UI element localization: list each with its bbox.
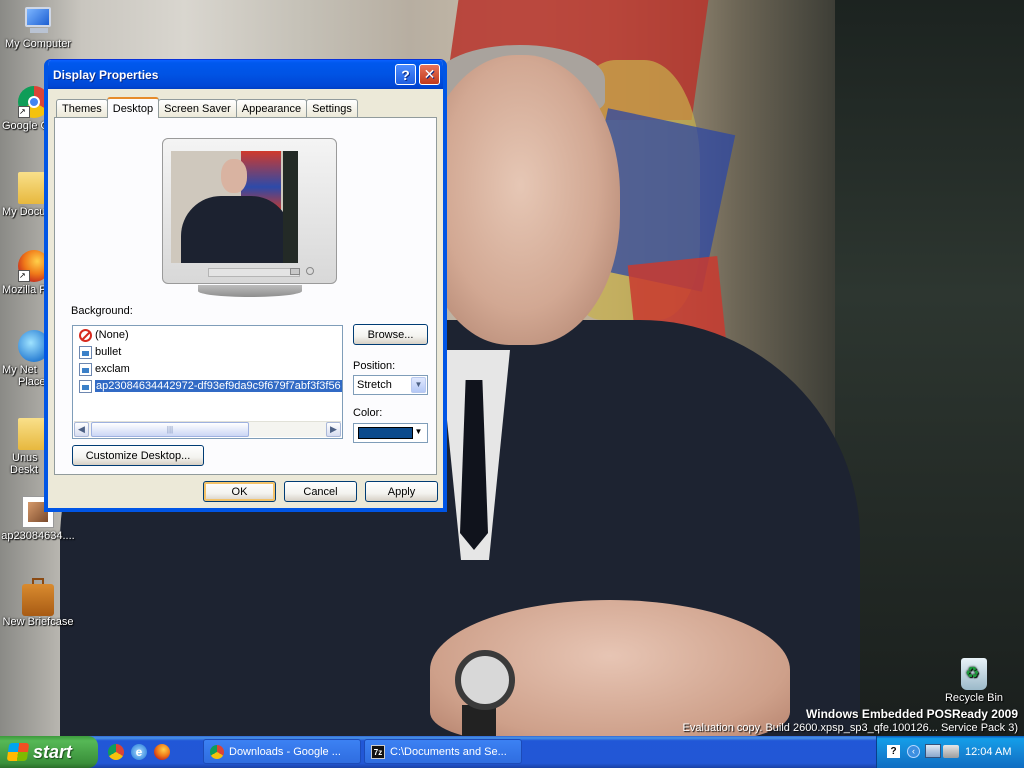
desktop-icon-label: ap23084634.... — [1, 530, 75, 542]
list-item-label: (None) — [95, 329, 129, 341]
background-label: Background: — [71, 305, 133, 317]
desktop-icon-label: My Computer — [4, 38, 72, 50]
list-item[interactable]: (None) — [79, 327, 129, 343]
ok-button[interactable]: OK — [203, 481, 276, 502]
wallpaper-face — [420, 55, 620, 345]
tab-strip: Themes Desktop Screen Saver Appearance S… — [56, 97, 358, 118]
tab-themes[interactable]: Themes — [56, 99, 108, 117]
network-icon[interactable] — [925, 744, 941, 758]
position-dropdown[interactable]: Stretch ▼ — [353, 375, 428, 395]
apply-button[interactable]: Apply — [365, 481, 438, 502]
desktop-tab-panel: Background: (None) bullet exclam ap23084… — [54, 117, 437, 475]
tab-appearance[interactable]: Appearance — [235, 99, 308, 117]
color-swatch — [358, 427, 413, 439]
color-label: Color: — [353, 407, 383, 419]
window-titlebar[interactable]: Display Properties ? ✕ — [48, 60, 443, 89]
desktop-icon-label: Recycle Bin — [944, 692, 1004, 704]
list-item-label: exclam — [95, 363, 130, 375]
chevron-down-icon[interactable]: ▼ — [411, 377, 426, 393]
firefox-icon[interactable] — [154, 744, 170, 760]
close-icon: ✕ — [423, 66, 436, 82]
cancel-button[interactable]: Cancel — [284, 481, 357, 502]
help-icon[interactable]: ? — [887, 745, 900, 758]
wallpaper-preview — [171, 151, 298, 263]
list-item-selected[interactable]: ap23084634442972-df93ef9da9c9f679f7abf3f… — [79, 378, 342, 394]
clock[interactable]: 12:04 AM — [965, 736, 1011, 768]
position-label: Position: — [353, 360, 396, 372]
recycle-bin-icon — [961, 658, 987, 690]
scroll-right-button[interactable]: ▶ — [326, 422, 341, 437]
tab-desktop[interactable]: Desktop — [106, 97, 160, 118]
scroll-left-button[interactable]: ◀ — [74, 422, 89, 437]
customize-desktop-button[interactable]: Customize Desktop... — [72, 445, 204, 466]
scroll-thumb[interactable]: ||| — [91, 422, 249, 437]
monitor-power-led — [306, 267, 314, 275]
window-title: Display Properties — [53, 67, 159, 82]
list-item-label: ap23084634442972-df93ef9da9c9f679f7abf3f… — [94, 379, 342, 393]
ie-icon[interactable]: e — [131, 744, 147, 760]
browse-button[interactable]: Browse... — [353, 324, 428, 345]
close-button[interactable]: ✕ — [419, 64, 440, 85]
chrome-icon[interactable] — [108, 744, 124, 760]
position-value: Stretch — [357, 379, 392, 391]
html-file-icon — [79, 362, 92, 376]
monitor-bezel-bar — [208, 268, 300, 277]
monitor-button — [290, 268, 300, 275]
list-item-label: bullet — [95, 346, 122, 358]
chrome-icon — [210, 744, 224, 759]
taskbar: start e Downloads - Google ... 7z C:\Doc… — [0, 736, 1024, 768]
background-listbox[interactable]: (None) bullet exclam ap23084634442972-df… — [72, 325, 343, 439]
image-file-icon — [79, 379, 92, 393]
taskbar-item-7zip[interactable]: 7z C:\Documents and Se... — [364, 739, 522, 764]
taskbar-item-chrome[interactable]: Downloads - Google ... — [203, 739, 361, 764]
briefcase-icon — [22, 578, 54, 616]
os-watermark: Windows Embedded POSReady 2009 Evaluatio… — [682, 707, 1018, 735]
window-body: Themes Desktop Screen Saver Appearance S… — [48, 89, 443, 508]
desktop-icon-label: New Briefcase — [2, 616, 74, 628]
show-hidden-icons-button[interactable]: ‹ — [907, 745, 920, 758]
list-item[interactable]: exclam — [79, 361, 130, 377]
horizontal-scrollbar[interactable]: ◀ ||| ▶ — [74, 421, 341, 437]
tab-screen-saver[interactable]: Screen Saver — [158, 99, 237, 117]
watermark-build: Evaluation copy. Build 2600.xpsp_sp3_qfe… — [682, 722, 1018, 734]
safely-remove-hardware-icon[interactable] — [943, 745, 959, 758]
monitor-preview — [162, 138, 337, 297]
7zip-icon: 7z — [371, 744, 385, 759]
system-tray: ? ‹ 12:04 AM — [876, 736, 1024, 768]
monitor-stand — [198, 285, 302, 297]
tab-settings[interactable]: Settings — [306, 99, 358, 117]
list-item[interactable]: bullet — [79, 344, 121, 360]
help-icon: ? — [401, 66, 410, 83]
desktop-icon-new-briefcase[interactable]: New Briefcase — [0, 578, 78, 628]
windows-logo-icon — [6, 743, 30, 761]
display-properties-window: Display Properties ? ✕ Themes Desktop Sc… — [44, 59, 447, 512]
start-button[interactable]: start — [0, 736, 98, 768]
wallpaper-marble-wall — [835, 0, 1024, 736]
taskbar-item-label: Downloads - Google ... — [229, 745, 341, 758]
help-button[interactable]: ? — [395, 64, 416, 85]
color-picker-button[interactable]: ▼ — [353, 423, 428, 443]
start-label: start — [33, 741, 73, 762]
computer-icon — [22, 4, 54, 36]
wallpaper-watch — [455, 650, 515, 710]
desktop-icon-recycle-bin[interactable]: Recycle Bin — [934, 658, 1014, 704]
chevron-down-icon[interactable]: ▼ — [411, 425, 426, 441]
none-icon — [79, 328, 92, 342]
desktop-icon-my-computer[interactable]: My Computer — [0, 4, 78, 50]
watermark-edition: Windows Embedded POSReady 2009 — [806, 707, 1018, 721]
wallpaper-watchband — [462, 705, 496, 736]
html-file-icon — [79, 345, 92, 359]
taskbar-item-label: C:\Documents and Se... — [390, 745, 507, 758]
